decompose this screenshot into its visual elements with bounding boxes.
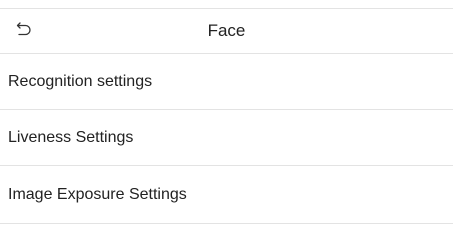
back-button[interactable] bbox=[10, 17, 38, 45]
menu-item-recognition-settings[interactable]: Recognition settings bbox=[0, 54, 453, 110]
menu-item-liveness-settings[interactable]: Liveness Settings bbox=[0, 110, 453, 166]
settings-menu: Recognition settings Liveness Settings I… bbox=[0, 54, 453, 224]
face-settings-screen: Face Recognition settings Liveness Setti… bbox=[0, 0, 453, 252]
return-arrow-icon bbox=[16, 21, 32, 42]
top-edge bbox=[0, 0, 453, 9]
menu-item-image-exposure-settings[interactable]: Image Exposure Settings bbox=[0, 166, 453, 224]
empty-area bbox=[0, 224, 453, 252]
header-bar: Face bbox=[0, 9, 453, 54]
page-title: Face bbox=[207, 21, 246, 40]
